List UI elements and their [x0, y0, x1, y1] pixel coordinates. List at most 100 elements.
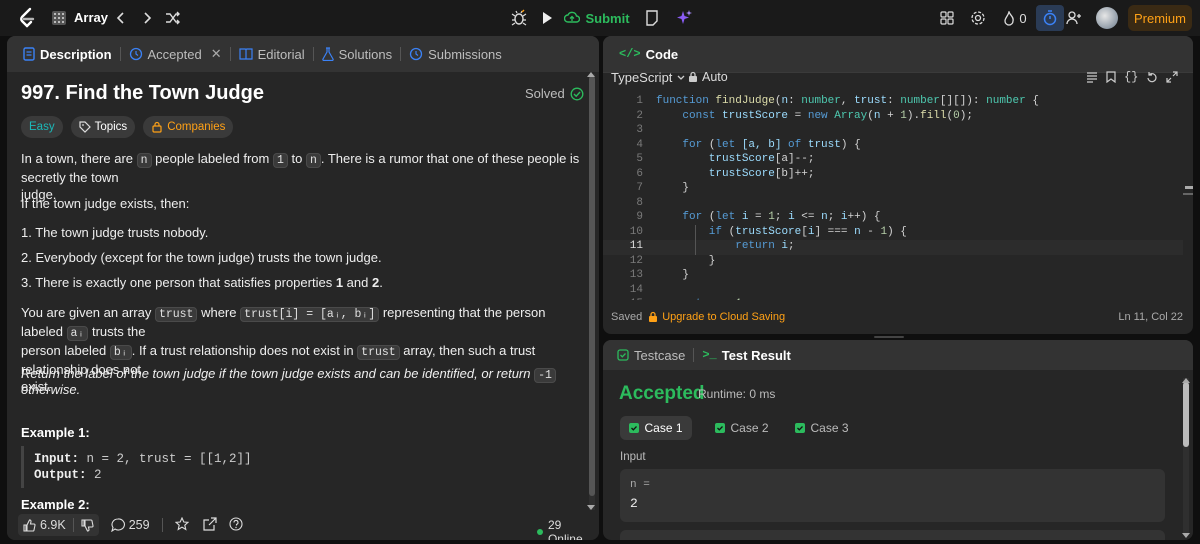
submit-button[interactable]: Submit: [564, 5, 630, 31]
token: if: [656, 225, 729, 238]
input-value-box: n = 2: [620, 469, 1165, 522]
add-friend-icon[interactable]: [1064, 8, 1084, 28]
online-dot: [537, 529, 543, 535]
problem-list-icon[interactable]: [50, 9, 68, 27]
like-button[interactable]: 6.9K: [18, 514, 99, 536]
language-select[interactable]: TypeScript: [611, 70, 686, 85]
code-panel: </> Code TypeScript Auto {} 1 function fi…: [603, 36, 1193, 334]
expand-icon[interactable]: [1166, 71, 1179, 83]
description-tabs: Description Accepted ✕ Editorial Solutio…: [7, 36, 599, 72]
token: =: [748, 211, 769, 223]
scroll-up-arrow-icon[interactable]: [1181, 372, 1191, 383]
tab-accepted[interactable]: Accepted ✕: [123, 36, 228, 72]
debug-bug-icon[interactable]: [508, 7, 530, 29]
example-1-input: Input: n = 2, trust = [[1,2]]: [34, 452, 252, 466]
tab-code[interactable]: </> Code: [613, 36, 684, 72]
token: ;: [788, 240, 795, 252]
problem-title[interactable]: 997. Find the Town Judge: [21, 82, 264, 105]
next-problem-chevron-right-icon[interactable]: [140, 9, 154, 27]
description-paragraph-2: If the town judge exists, then:: [21, 196, 190, 211]
book-icon: [239, 48, 253, 60]
token: (: [867, 109, 874, 122]
description-scrollbar-thumb[interactable]: [589, 76, 595, 496]
checkbox-icon: [617, 349, 629, 361]
token: return: [656, 240, 782, 252]
scroll-down-arrow-icon[interactable]: [1181, 528, 1191, 538]
notes-icon[interactable]: [642, 8, 662, 28]
streak-counter[interactable]: 0: [1000, 8, 1030, 28]
cursor-position: Ln 11, Col 22: [1118, 311, 1183, 323]
token: ++) {: [847, 211, 881, 223]
case-tab-1[interactable]: Case 1: [620, 416, 692, 440]
tab-solutions-label: Solutions: [338, 46, 393, 62]
text: and: [343, 275, 372, 290]
tab-description[interactable]: Description: [17, 36, 118, 72]
ai-sparkle-icon[interactable]: [672, 6, 696, 30]
favorite-star-icon[interactable]: [174, 516, 189, 534]
case-tab-3[interactable]: Case 3: [786, 416, 858, 440]
output-label: Output:: [34, 468, 87, 482]
tab-submissions[interactable]: Submissions: [403, 36, 508, 72]
problem-list-label[interactable]: Array: [74, 10, 108, 25]
line-number: 5: [636, 153, 643, 165]
share-icon[interactable]: [202, 516, 217, 534]
token: =: [788, 109, 808, 122]
bookmark-icon[interactable]: [1106, 71, 1116, 83]
code-line: 4 for (let [a, b] of trust) {: [603, 139, 1183, 154]
like-count: 6.9K: [40, 518, 66, 532]
prev-problem-chevron-left-icon[interactable]: [114, 9, 128, 27]
code-line: 14: [603, 284, 1183, 299]
chevron-down-icon: [677, 75, 685, 80]
streak-count: 0: [1019, 10, 1027, 26]
shuffle-icon[interactable]: [164, 9, 182, 27]
token: const: [656, 109, 723, 122]
case-tab-2[interactable]: Case 2: [706, 416, 778, 440]
panel-resize-handle-right[interactable]: [1183, 193, 1193, 195]
token: {: [1025, 95, 1039, 107]
text: people labeled from: [151, 151, 273, 166]
text: trusts the: [88, 324, 146, 339]
tag-icon: [78, 121, 91, 133]
line-number: 12: [629, 254, 643, 267]
reset-undo-icon[interactable]: [1146, 71, 1158, 83]
tab-testcase[interactable]: Testcase: [611, 340, 691, 370]
topics-button[interactable]: Topics: [70, 116, 136, 138]
rule-item: 3. There is exactly one person that sati…: [21, 275, 383, 290]
user-avatar[interactable]: [1096, 7, 1118, 29]
companies-button[interactable]: Companies: [143, 116, 234, 138]
tab-divider: [312, 47, 314, 61]
settings-gear-icon[interactable]: [968, 8, 988, 28]
tab-solutions[interactable]: Solutions: [316, 36, 398, 72]
panel-resize-handle[interactable]: [874, 336, 904, 338]
token: ) {: [887, 225, 907, 238]
layout-grid-icon[interactable]: [938, 9, 956, 27]
comments-button[interactable]: 259: [110, 518, 150, 532]
terminal-prompt-icon: >_: [702, 348, 717, 362]
help-question-icon[interactable]: [229, 516, 243, 534]
tab-editorial[interactable]: Editorial: [233, 36, 311, 72]
premium-button[interactable]: Premium: [1128, 5, 1192, 31]
inline-code: trust: [357, 345, 400, 360]
result-scrollbar-thumb[interactable]: [1183, 382, 1189, 447]
code-line: 9 for (let i = 1; i <= n; i++) {: [603, 211, 1183, 226]
token: [][]):: [939, 95, 987, 107]
leetcode-logo-icon[interactable]: [16, 7, 38, 29]
upgrade-cloud-saving-link[interactable]: Upgrade to Cloud Saving: [648, 311, 785, 323]
scroll-down-arrow-icon[interactable]: [586, 500, 596, 510]
token: [a]--;: [774, 153, 815, 165]
line-number: 14: [629, 283, 643, 296]
line-number: 8: [636, 196, 643, 209]
run-play-icon[interactable]: [536, 7, 558, 29]
code-editor[interactable]: 1 function findJudge (n: number, trust: nu…: [603, 94, 1193, 300]
tab-testcase-label: Testcase: [634, 347, 686, 363]
tab-test-result[interactable]: >_ Test Result: [696, 340, 797, 370]
auto-mode-toggle[interactable]: Auto: [688, 70, 728, 84]
line-number: 3: [636, 124, 643, 136]
difficulty-badge: Easy: [21, 116, 63, 138]
timer-stopwatch-icon[interactable]: [1036, 5, 1064, 31]
close-tab-icon[interactable]: ✕: [211, 46, 222, 62]
braces-icon[interactable]: {}: [1124, 70, 1138, 84]
scroll-up-arrow-icon[interactable]: [586, 66, 596, 77]
text: 1: [335, 275, 344, 290]
format-lines-icon[interactable]: [1086, 71, 1098, 83]
